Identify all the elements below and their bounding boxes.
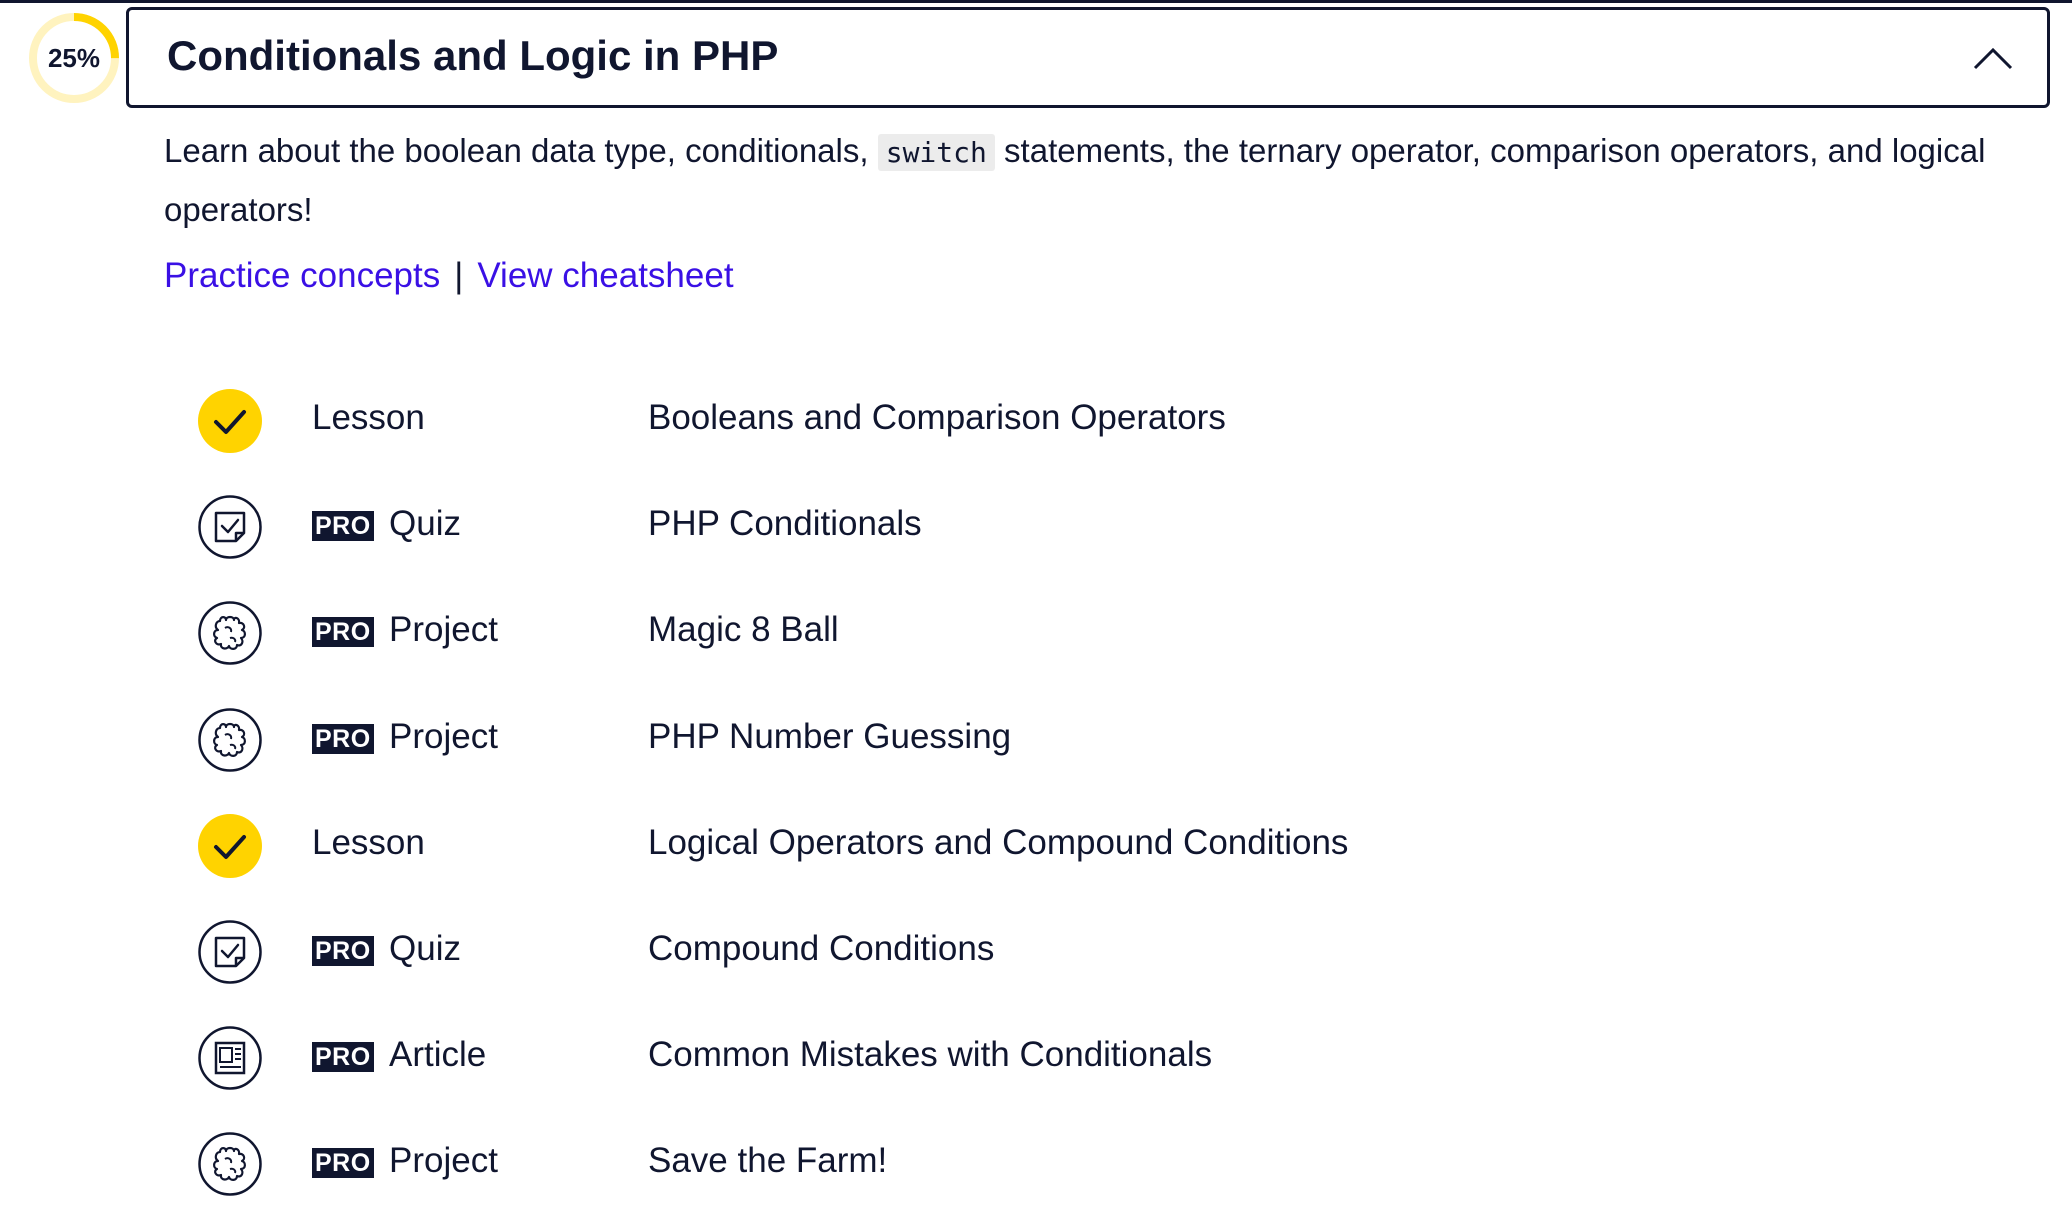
module-links: Practice concepts | View cheatsheet [164,256,734,296]
list-item[interactable]: PRO Project PHP Number Guessing [196,694,1996,784]
item-title: Common Mistakes with Conditionals [648,1035,1213,1075]
item-type-label: Lesson [312,822,425,862]
module-title: Conditionals and Logic in PHP [167,32,779,79]
module-header[interactable]: Conditionals and Logic in PHP [126,7,2050,108]
puzzle-icon [198,1132,262,1197]
puzzle-icon [198,707,262,772]
check-icon [198,813,262,878]
item-type-label: Project [389,716,498,756]
puzzle-icon [198,601,262,666]
progress-ring: 25% [26,10,122,106]
link-separator: | [454,256,464,295]
list-item[interactable]: PRO Article Common Mistakes with Condition… [196,1012,1996,1102]
list-item[interactable]: PRO Quiz Compound Conditions [196,906,1996,996]
top-divider [0,0,2072,3]
item-type-label: Quiz [389,504,461,544]
collapse-button[interactable] [1971,38,2015,78]
item-type-label: Lesson [312,398,425,437]
item-title: PHP Conditionals [648,504,922,544]
pro-badge: PRO [312,1148,374,1179]
chevron-up-icon [1973,47,2013,70]
item-type-label: Article [389,1035,487,1075]
view-cheatsheet-link[interactable]: View cheatsheet [477,256,733,295]
list-item[interactable]: PRO Project Magic 8 Ball [196,587,1996,677]
quiz-icon [198,920,262,984]
description-text: Learn about the boolean data type, condi… [164,132,869,169]
pro-badge: PRO [312,723,374,754]
item-title: Save the Farm! [648,1141,888,1181]
item-title: Booleans and Comparison Operators [648,398,1226,437]
pro-badge: PRO [312,936,374,966]
item-title: PHP Number Guessing [648,716,1012,756]
item-title: Logical Operators and Compound Condition… [648,822,1349,862]
inline-code: switch [877,134,995,171]
check-icon [198,389,262,453]
list-item[interactable]: Lesson Logical Operators and Compound Con… [196,800,1996,890]
item-title: Compound Conditions [648,929,995,968]
item-title: Magic 8 Ball [648,610,839,650]
practice-concepts-link[interactable]: Practice concepts [164,256,440,295]
pro-badge: PRO [312,1042,374,1073]
pro-badge: PRO [312,617,374,648]
item-type-label: Project [389,1141,498,1181]
progress-percent: 25% [47,42,101,73]
list-item[interactable]: PRO Project Save the Farm! [196,1118,1996,1208]
list-item[interactable]: Lesson Booleans and Comparison Operators [196,375,1996,465]
quiz-icon [198,495,262,559]
article-icon [198,1026,262,1090]
pro-badge: PRO [312,511,374,542]
module-description: Learn about the boolean data type, condi… [164,122,2044,238]
list-item[interactable]: PRO Quiz PHP Conditionals [196,481,1996,571]
item-type-label: Project [389,610,498,650]
item-type-label: Quiz [389,929,461,968]
